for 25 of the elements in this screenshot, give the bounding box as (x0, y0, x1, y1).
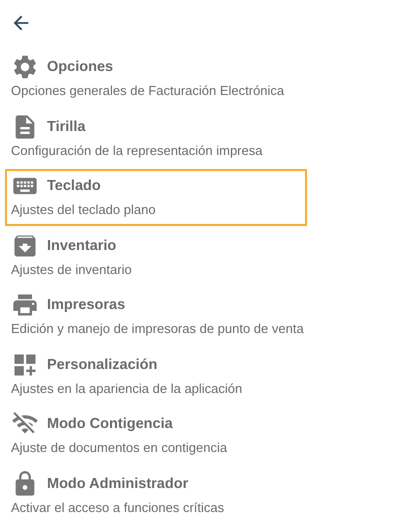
gear-icon (11, 53, 39, 81)
item-description: Edición y manejo de impresoras de punto de venta (11, 321, 305, 336)
item-description: Activar el acceso a funciones críticas (11, 500, 226, 514)
item-description: Configuración de la representación impresa (11, 142, 264, 158)
settings-item[interactable]: Opciones Opciones generales de Facturación Electrónica (5, 50, 307, 107)
item-title: Inventario (47, 238, 116, 254)
item-title: Modo Administrador (47, 476, 188, 492)
settings-item[interactable]: Modo Contigencia Ajuste de documentos en contigencia (5, 407, 307, 464)
settings-item[interactable]: Impresoras Edición y manejo de impresoras de punto de venta (5, 288, 307, 345)
settings-item[interactable]: Tirilla Configuración de la representación impresa (5, 110, 307, 166)
item-title: Teclado (47, 178, 101, 194)
item-title: Modo Contigencia (47, 416, 173, 432)
item-description: Ajustes de inventario (11, 262, 133, 276)
item-title: Personalización (47, 356, 158, 372)
item-title: Opciones (47, 59, 114, 75)
item-title: Tirilla (47, 118, 86, 134)
item-description: Opciones generales de Facturación Electrónica (11, 83, 286, 98)
item-title: Impresoras (47, 297, 126, 313)
settings-item[interactable]: Teclado Ajustes del teclado plano (5, 169, 307, 226)
item-description: Ajustes del teclado plano (11, 202, 157, 217)
settings-item[interactable]: Inventario Ajustes de inventario (5, 228, 307, 286)
settings-item[interactable]: Personalización Ajustes en la apariencia de la aplicación (5, 348, 307, 404)
settings-item[interactable]: Modo Administrador Activar el acceso a funciones críticas (5, 466, 307, 521)
item-description: Ajustes en la apariencia de la aplicación (11, 380, 244, 396)
item-description: Ajuste de documentos en contigencia (11, 440, 228, 455)
